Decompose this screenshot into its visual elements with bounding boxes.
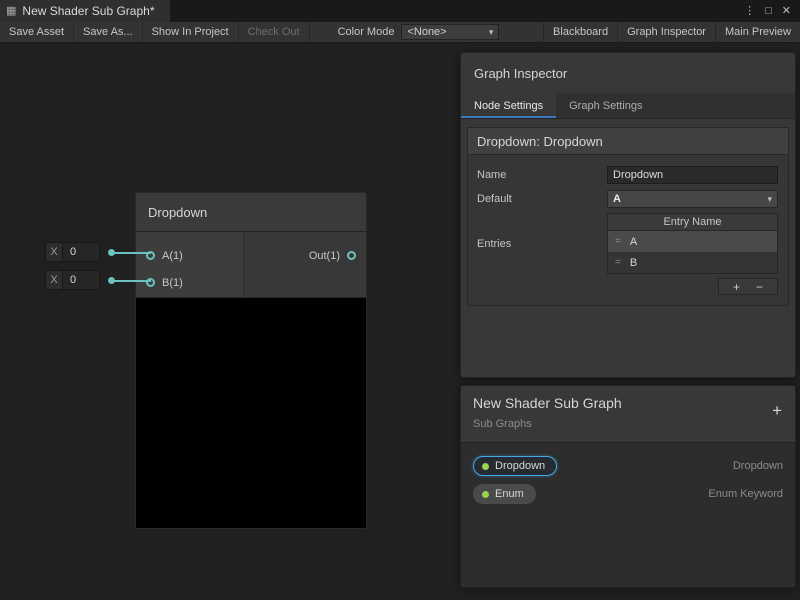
- add-property-button[interactable]: +: [772, 402, 782, 419]
- property-pill-label: Enum: [495, 488, 524, 500]
- node-output-column: Out(1): [244, 232, 366, 297]
- property-type-label: Dropdown: [733, 460, 783, 472]
- output-port-label: Out(1): [309, 250, 340, 262]
- entries-list-row-b[interactable]: = B: [608, 252, 777, 273]
- color-mode-label: Color Mode: [338, 26, 395, 38]
- node-input-column: A(1) B(1): [136, 232, 244, 297]
- chevron-down-icon: ▾: [767, 194, 772, 205]
- blackboard-subtitle: Sub Graphs: [473, 418, 783, 430]
- maximize-icon[interactable]: □: [765, 6, 772, 17]
- blackboard-body: Dropdown Dropdown Enum Enum Keyword: [461, 443, 795, 508]
- add-entry-button[interactable]: +: [733, 281, 740, 293]
- name-property-row: Name Dropdown: [468, 163, 788, 187]
- entries-property-row: Entries Entry Name = A = B: [468, 211, 788, 274]
- axis-label-x: X: [46, 243, 63, 261]
- entries-list: = A = B: [607, 231, 778, 274]
- color-mode-dropdown[interactable]: <None> ▾: [401, 24, 499, 40]
- default-dropdown-value: A: [613, 193, 621, 205]
- port-input-field-a[interactable]: X 0: [45, 242, 100, 262]
- property-pill-label: Dropdown: [495, 460, 545, 472]
- blackboard-title: New Shader Sub Graph: [473, 395, 783, 411]
- property-dot-icon: [482, 491, 489, 498]
- node-body: A(1) B(1) Out(1): [135, 232, 367, 298]
- graph-inspector-toggle-button[interactable]: Graph Inspector: [617, 22, 715, 42]
- inspector-content: Dropdown: Dropdown Name Dropdown Default…: [461, 119, 795, 314]
- blackboard-row-dropdown: Dropdown Dropdown: [461, 452, 795, 480]
- blackboard-toggle-button[interactable]: Blackboard: [543, 22, 617, 42]
- graph-inspector-title: Graph Inspector: [474, 66, 567, 81]
- show-in-project-button[interactable]: Show In Project: [143, 22, 239, 42]
- port-input-value-a[interactable]: 0: [63, 243, 99, 261]
- drag-handle-icon[interactable]: =: [615, 237, 621, 247]
- input-port-row-a: A(1): [136, 242, 243, 269]
- blackboard-panel: New Shader Sub Graph Sub Graphs + Dropdo…: [460, 385, 796, 588]
- inspector-tab-bar: Node Settings Graph Settings: [461, 93, 795, 119]
- entries-list-header: Entry Name: [607, 213, 778, 231]
- drag-handle-icon[interactable]: =: [615, 258, 621, 268]
- section-title: Dropdown: Dropdown: [468, 128, 788, 155]
- node-title: Dropdown: [148, 205, 207, 220]
- node-preview: [135, 298, 367, 529]
- input-port-a-label: A(1): [162, 250, 183, 262]
- entries-list-row-a[interactable]: = A: [608, 231, 777, 252]
- property-pill-dropdown[interactable]: Dropdown: [473, 456, 557, 476]
- toolbar-right-group: Blackboard Graph Inspector Main Preview: [543, 22, 800, 42]
- axis-label-x: X: [46, 271, 63, 289]
- window-tab[interactable]: ▦ New Shader Sub Graph*: [0, 0, 170, 22]
- main-preview-toggle-button[interactable]: Main Preview: [715, 22, 800, 42]
- input-port-row-b: B(1): [136, 269, 243, 296]
- entry-name: B: [630, 257, 637, 269]
- close-icon[interactable]: ✕: [782, 6, 791, 17]
- chevron-down-icon: ▾: [489, 27, 494, 38]
- input-port-b-label: B(1): [162, 277, 183, 289]
- name-label: Name: [477, 169, 607, 181]
- property-type-label: Enum Keyword: [708, 488, 783, 500]
- edge-a: [112, 252, 151, 254]
- default-dropdown[interactable]: A ▾: [607, 190, 778, 208]
- toolbar: Save Asset Save As... Show In Project Ch…: [0, 22, 800, 43]
- port-input-field-b[interactable]: X 0: [45, 270, 100, 290]
- window-title: New Shader Sub Graph*: [22, 4, 154, 18]
- title-bar: ▦ New Shader Sub Graph* ⋮ □ ✕: [0, 0, 800, 22]
- save-as-button[interactable]: Save As...: [74, 22, 143, 42]
- tab-graph-settings[interactable]: Graph Settings: [556, 93, 655, 118]
- window-controls: ⋮ □ ✕: [744, 0, 800, 22]
- name-field[interactable]: Dropdown: [607, 166, 778, 184]
- default-label: Default: [477, 193, 607, 205]
- shader-graph-icon: ▦: [6, 6, 16, 17]
- output-port-out[interactable]: [347, 251, 356, 260]
- entries-header-text: Entry Name: [663, 216, 721, 228]
- default-property-row: Default A ▾: [468, 187, 788, 211]
- color-mode-value: <None>: [407, 26, 446, 38]
- entry-name: A: [630, 236, 637, 248]
- entries-label: Entries: [477, 238, 607, 250]
- dropdown-node[interactable]: Dropdown A(1) B(1) Out(1): [135, 192, 367, 529]
- color-mode-group: Color Mode <None> ▾: [338, 22, 500, 42]
- section-body: Name Dropdown Default A ▾ Entries: [468, 155, 788, 305]
- port-input-value-b[interactable]: 0: [63, 271, 99, 289]
- graph-inspector-panel: Graph Inspector Node Settings Graph Sett…: [460, 52, 796, 378]
- check-out-button[interactable]: Check Out: [239, 22, 310, 42]
- remove-entry-button[interactable]: −: [756, 281, 763, 293]
- menu-icon[interactable]: ⋮: [744, 6, 755, 17]
- node-settings-section: Dropdown: Dropdown Name Dropdown Default…: [467, 127, 789, 306]
- entries-list-footer: + −: [468, 274, 788, 295]
- section-title-text: Dropdown: Dropdown: [477, 134, 603, 149]
- blackboard-header[interactable]: New Shader Sub Graph Sub Graphs +: [461, 386, 795, 443]
- graph-inspector-header[interactable]: Graph Inspector: [461, 53, 795, 93]
- blackboard-row-enum: Enum Enum Keyword: [461, 480, 795, 508]
- property-pill-enum[interactable]: Enum: [473, 484, 536, 504]
- save-asset-button[interactable]: Save Asset: [0, 22, 74, 42]
- property-dot-icon: [482, 463, 489, 470]
- tab-node-settings[interactable]: Node Settings: [461, 93, 556, 118]
- output-port-row: Out(1): [309, 242, 356, 269]
- edge-b: [112, 280, 151, 282]
- node-header[interactable]: Dropdown: [135, 192, 367, 232]
